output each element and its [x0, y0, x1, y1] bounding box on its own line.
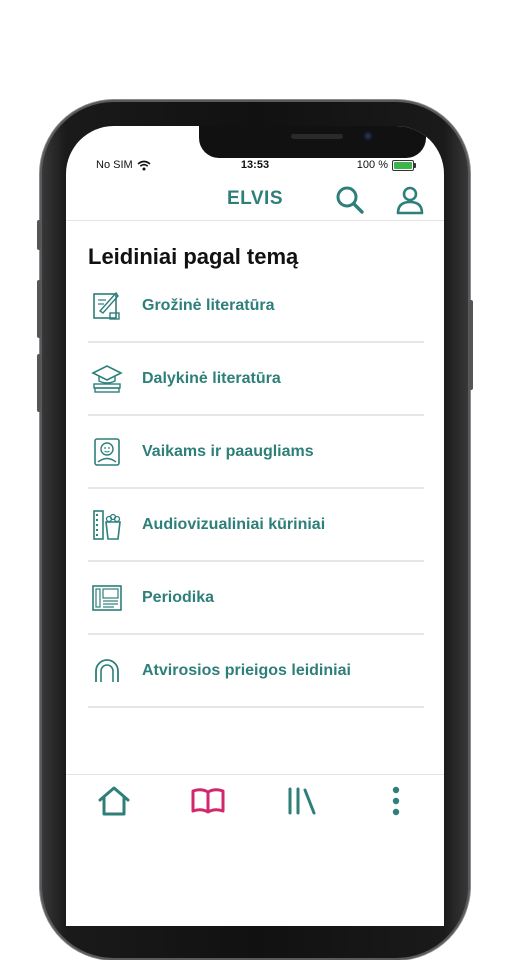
more-vertical-icon: [392, 786, 400, 816]
front-camera: [363, 131, 373, 141]
open-book-icon: [191, 788, 225, 814]
category-label: Atvirosios prieigos leidiniai: [142, 661, 351, 679]
library-icon: [288, 787, 316, 815]
category-item-open-access[interactable]: Atvirosios prieigos leidiniai: [88, 635, 424, 708]
mute-switch: [37, 220, 41, 250]
bottom-tab-bar: [66, 774, 444, 835]
category-item-audiovisual[interactable]: Audiovizualiniai kūriniai: [88, 489, 424, 562]
battery-icon: [392, 159, 416, 171]
status-bar: No SIM 13:53 100 %: [66, 158, 444, 174]
tab-home[interactable]: [96, 783, 132, 819]
tab-more[interactable]: [378, 783, 414, 819]
page-title: Leidiniai pagal temą: [88, 244, 299, 269]
search-icon: [336, 186, 364, 214]
category-label: Vaikams ir paaugliams: [142, 442, 314, 460]
quill-paper-icon: [93, 291, 120, 320]
category-label: Audiovizualiniai kūriniai: [142, 515, 326, 533]
app-screen: No SIM 13:53 100 % ELVIS Leidiniai pagal…: [66, 126, 444, 926]
category-item-nonfiction[interactable]: Dalykinė literatūra: [88, 343, 424, 416]
app-bar: ELVIS: [66, 176, 444, 221]
open-access-icon: [95, 658, 119, 682]
category-item-periodicals[interactable]: Periodika: [88, 562, 424, 635]
user-icon: [396, 186, 424, 215]
tab-catalog[interactable]: [190, 783, 226, 819]
volume-down-button: [37, 354, 41, 412]
app-title: ELVIS: [227, 188, 283, 209]
child-book-icon: [94, 437, 120, 466]
battery-percent: 100 %: [356, 159, 388, 171]
speaker: [291, 134, 343, 139]
notch: [199, 126, 426, 158]
category-label: Grožinė literatūra: [142, 296, 275, 314]
search-button[interactable]: [334, 184, 366, 216]
power-button: [469, 300, 473, 390]
category-item-fiction[interactable]: Grožinė literatūra: [88, 270, 424, 343]
category-list: Grožinė literatūra Dalykinė literatūra V…: [88, 270, 424, 708]
newspaper-icon: [92, 584, 122, 611]
category-label: Dalykinė literatūra: [142, 369, 281, 387]
film-popcorn-icon: [93, 509, 121, 540]
graduation-books-icon: [91, 364, 123, 393]
category-item-children[interactable]: Vaikams ir paaugliams: [88, 416, 424, 489]
profile-button[interactable]: [394, 184, 426, 216]
category-label: Periodika: [142, 588, 215, 606]
volume-up-button: [37, 280, 41, 338]
home-icon: [98, 786, 130, 816]
tab-library[interactable]: [284, 783, 320, 819]
